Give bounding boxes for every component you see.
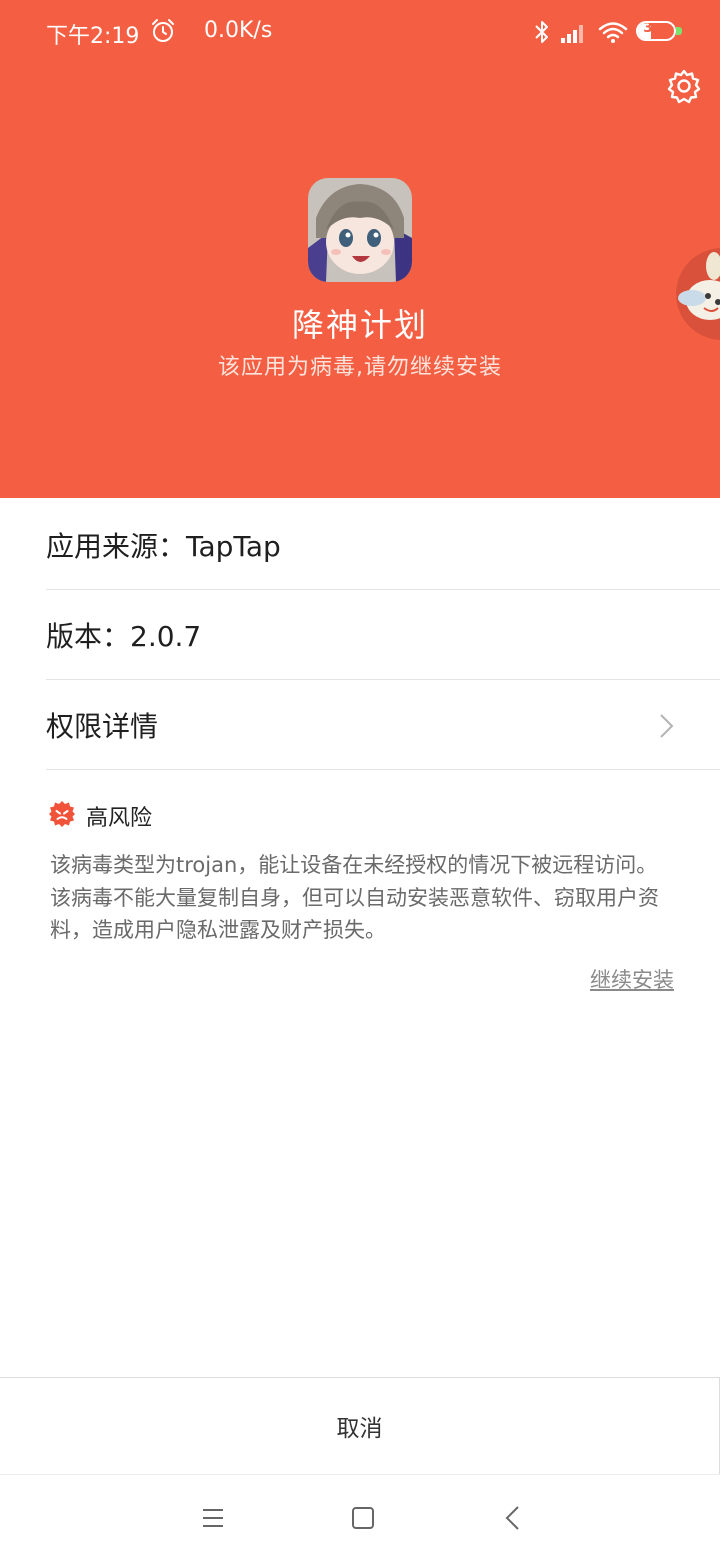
version-text: 版本：2.0.7 (46, 619, 202, 653)
home-icon[interactable] (350, 1505, 376, 1531)
app-icon (308, 178, 412, 282)
high-risk-icon (49, 801, 75, 827)
back-icon[interactable] (502, 1505, 524, 1531)
cancel-button[interactable]: 取消 (0, 1377, 720, 1474)
version-row: 版本：2.0.7 (46, 590, 720, 680)
permission-details-row[interactable]: 权限详情 (46, 680, 720, 770)
chevron-right-icon (660, 714, 674, 738)
header: 下午2:19 0.0K/s 35 降神计划 该应用为病毒,请勿继续安装 (0, 0, 720, 498)
menu-icon[interactable] (200, 1505, 226, 1531)
cancel-label: 取消 (336, 1416, 383, 1442)
risk-description: 该病毒类型为trojan，能让设备在未经授权的情况下被远程访问。该病毒不能大量复… (50, 853, 659, 942)
status-time: 下午2:19 (46, 24, 140, 49)
app-source-row: 应用来源：TapTap (46, 500, 720, 590)
navigation-bar (0, 1474, 720, 1560)
bluetooth-icon (535, 21, 548, 43)
status-bar: 下午2:19 0.0K/s 35 (0, 0, 720, 66)
settings-icon[interactable] (664, 66, 704, 106)
alarm-icon (152, 19, 174, 42)
wifi-icon (598, 22, 628, 43)
app-source-text: 应用来源：TapTap (46, 529, 281, 563)
permission-details-label: 权限详情 (46, 709, 159, 743)
battery-cap (676, 27, 682, 35)
app-name: 降神计划 (291, 306, 428, 344)
risk-level: 高风险 (86, 806, 153, 831)
floating-mascot-icon[interactable] (674, 246, 720, 342)
network-speed: 0.0K/s (204, 18, 273, 43)
signal-icon (561, 25, 583, 43)
continue-install-link[interactable]: 继续安装 (590, 964, 674, 994)
battery-icon: 35 (636, 21, 676, 41)
virus-warning: 该应用为病毒,请勿继续安装 (218, 355, 502, 380)
battery-level: 35 (643, 21, 663, 36)
